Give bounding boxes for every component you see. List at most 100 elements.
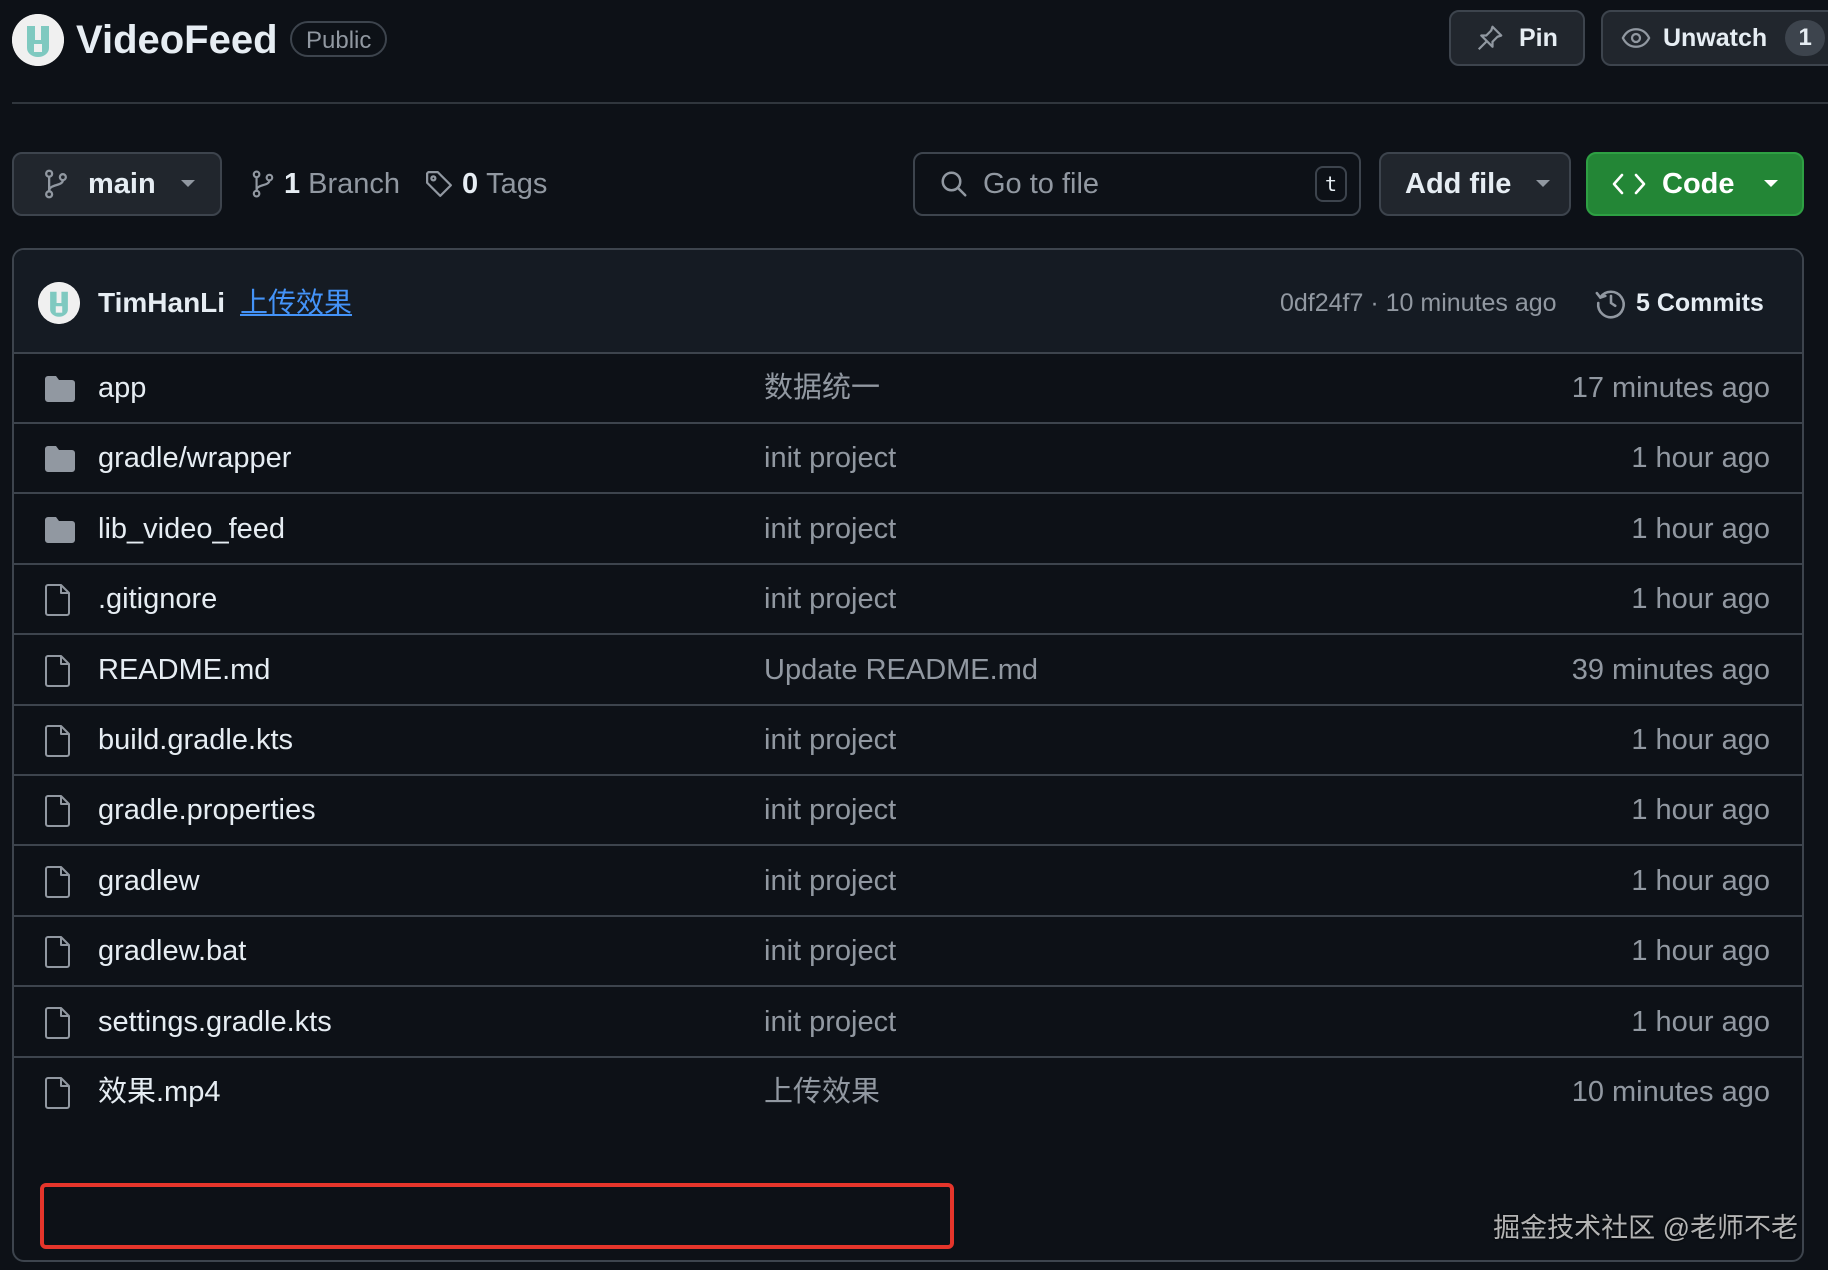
file-name[interactable]: lib_video_feed (98, 495, 285, 563)
file-row[interactable]: gradle.properties init project 1 hour ago (14, 776, 1802, 847)
tag-icon (424, 169, 454, 199)
chevron-down-icon (180, 179, 196, 189)
highlight-annotation-box (40, 1183, 954, 1249)
file-commit-message[interactable]: Update README.md (764, 636, 1038, 704)
repo-owner-avatar[interactable] (12, 14, 64, 66)
file-commit-message[interactable]: init project (764, 424, 896, 492)
file-browser: TimHanLi 上传效果 0df24f7 · 10 minutes ago 5… (12, 248, 1804, 1262)
git-branch-icon (42, 168, 70, 200)
watermark: 掘金技术社区 @老师不老 (1493, 1213, 1798, 1243)
file-commit-message[interactable]: init project (764, 565, 896, 633)
pin-icon (1475, 23, 1505, 53)
unwatch-label: Unwatch (1663, 23, 1768, 52)
branch-label: Branch (308, 167, 401, 200)
chevron-down-icon (1535, 179, 1551, 189)
file-name[interactable]: app (98, 354, 146, 422)
branch-selector[interactable]: main (12, 152, 222, 216)
go-to-file-input[interactable]: Go to file t (913, 152, 1361, 216)
file-row[interactable]: build.gradle.kts init project 1 hour ago (14, 706, 1802, 776)
file-name[interactable]: settings.gradle.kts (98, 988, 332, 1056)
pin-button[interactable]: Pin (1449, 10, 1585, 66)
code-button[interactable]: Code (1586, 152, 1804, 216)
file-name[interactable]: gradle/wrapper (98, 424, 291, 492)
watch-count: 1 (1785, 20, 1826, 56)
pin-label: Pin (1519, 23, 1558, 52)
file-row[interactable]: settings.gradle.kts init project 1 hour ag… (14, 988, 1802, 1058)
search-icon (939, 169, 969, 199)
file-commit-date: 10 minutes ago (1571, 1076, 1770, 1108)
file-commit-date: 1 hour ago (1631, 442, 1770, 475)
file-commit-date: 1 hour ago (1631, 1005, 1770, 1038)
file-row[interactable]: gradlew.bat init project 1 hour ago (14, 917, 1802, 988)
git-branch-icon (250, 169, 276, 199)
file-commit-date: 1 hour ago (1631, 864, 1770, 897)
folder-icon (44, 375, 76, 403)
file-name[interactable]: 效果.mp4 (98, 1058, 220, 1126)
code-icon (1612, 171, 1646, 197)
file-row[interactable]: .gitignore init project 1 hour ago (14, 565, 1802, 636)
repo-name[interactable]: VideoFeed (76, 14, 278, 66)
file-icon (44, 583, 72, 617)
history-icon (1594, 286, 1628, 320)
tag-count: 0 (462, 167, 479, 200)
folder-icon (44, 445, 76, 473)
chevron-down-icon (1763, 179, 1779, 189)
file-row[interactable]: 效果.mp4 上传效果 10 minutes ago (14, 1058, 1802, 1128)
file-icon (44, 865, 72, 899)
commit-author-avatar[interactable] (38, 282, 80, 324)
file-row[interactable]: lib_video_feed init project 1 hour ago (14, 495, 1802, 565)
file-commit-message[interactable]: 上传效果 (764, 1058, 880, 1126)
file-name[interactable]: gradle.properties (98, 776, 316, 844)
tag-label: Tags (486, 167, 548, 200)
file-name[interactable]: gradlew (98, 847, 200, 915)
header-divider (12, 102, 1828, 104)
file-commit-message[interactable]: init project (764, 706, 896, 774)
commit-message-link[interactable]: 上传效果 (240, 284, 352, 322)
file-commit-message[interactable]: init project (764, 495, 896, 563)
file-icon (44, 1076, 72, 1110)
file-icon (44, 654, 72, 688)
file-icon (44, 724, 72, 758)
file-row[interactable]: gradle/wrapper init project 1 hour ago (14, 424, 1802, 495)
file-name[interactable]: .gitignore (98, 565, 217, 633)
branches-link[interactable]: 1 Branch (250, 166, 400, 202)
commits-count-label: 5 Commits (1636, 288, 1764, 317)
branch-name: main (88, 167, 156, 200)
commit-hash-and-time[interactable]: 0df24f7 · 10 minutes ago (1280, 286, 1557, 320)
folder-icon (44, 516, 76, 544)
file-commit-message[interactable]: 数据统一 (764, 354, 880, 422)
file-row[interactable]: README.md Update README.md 39 minutes ago (14, 636, 1802, 706)
add-file-button[interactable]: Add file (1379, 152, 1571, 216)
file-row[interactable]: gradlew init project 1 hour ago (14, 847, 1802, 917)
search-placeholder: Go to file (983, 167, 1100, 200)
commits-history-link[interactable]: 5 Commits (1594, 282, 1764, 324)
file-commit-message[interactable]: init project (764, 776, 896, 844)
commit-author[interactable]: TimHanLi (98, 284, 225, 322)
branch-count: 1 (284, 167, 301, 200)
file-icon (44, 794, 72, 828)
file-commit-date: 1 hour ago (1631, 512, 1770, 545)
eye-icon (1621, 23, 1651, 53)
file-commit-date: 1 hour ago (1631, 583, 1770, 616)
file-row[interactable]: app 数据统一 17 minutes ago (14, 354, 1802, 424)
code-label: Code (1662, 167, 1735, 200)
file-commit-date: 1 hour ago (1631, 935, 1770, 968)
file-name[interactable]: gradlew.bat (98, 917, 246, 985)
file-name[interactable]: README.md (98, 636, 270, 704)
visibility-badge: Public (290, 21, 388, 57)
add-file-label: Add file (1405, 167, 1512, 200)
file-commit-message[interactable]: init project (764, 847, 896, 915)
file-commit-date: 1 hour ago (1631, 724, 1770, 756)
latest-commit-bar: TimHanLi 上传效果 0df24f7 · 10 minutes ago 5… (14, 250, 1802, 354)
file-commit-message[interactable]: init project (764, 988, 896, 1056)
file-commit-date: 39 minutes ago (1571, 653, 1770, 686)
file-commit-date: 1 hour ago (1631, 794, 1770, 827)
unwatch-button[interactable]: Unwatch 1 (1601, 10, 1828, 66)
keyboard-shortcut-hint: t (1315, 166, 1347, 202)
file-icon (44, 1006, 72, 1040)
file-commit-message[interactable]: init project (764, 917, 896, 985)
file-name[interactable]: build.gradle.kts (98, 706, 293, 774)
file-icon (44, 935, 72, 969)
tags-link[interactable]: 0 Tags (424, 166, 547, 202)
file-commit-date: 17 minutes ago (1571, 372, 1770, 404)
